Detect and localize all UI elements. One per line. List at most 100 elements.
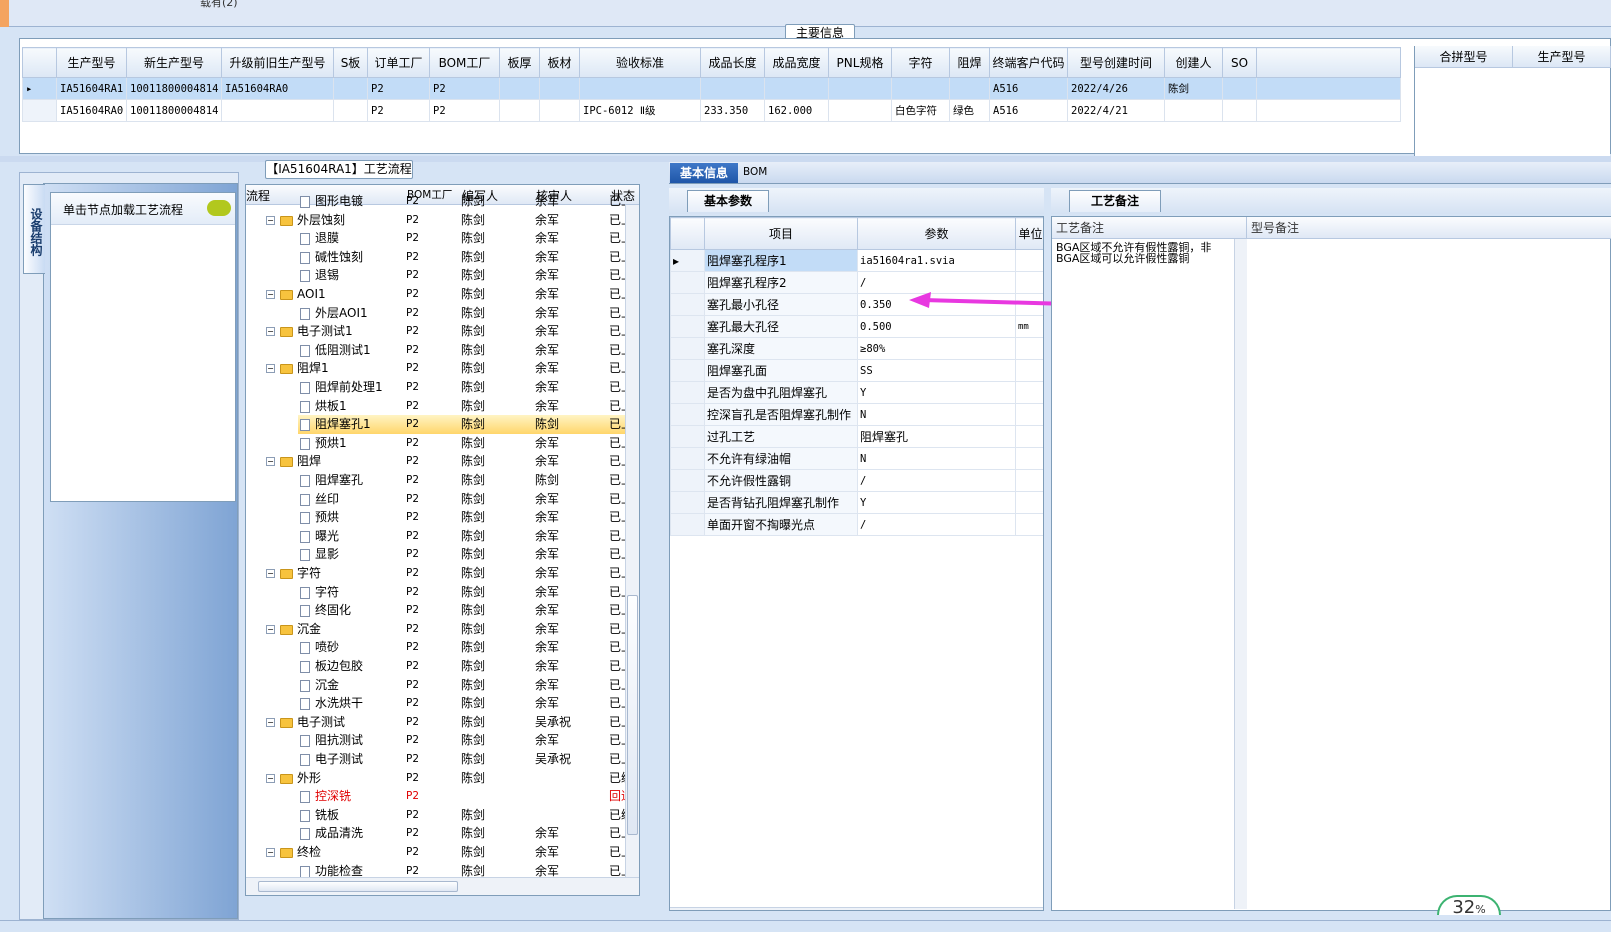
- param-col-value[interactable]: 参数: [857, 217, 1016, 250]
- table-cell[interactable]: [1222, 99, 1257, 122]
- remark-col-process[interactable]: 工艺备注: [1052, 217, 1247, 239]
- collapse-icon[interactable]: −: [266, 569, 275, 578]
- main-col-header[interactable]: 终端客户代码: [989, 47, 1068, 78]
- param-value[interactable]: /: [857, 469, 1016, 492]
- tree-node[interactable]: 阻焊前处理1 P2 陈剑 余军 已上网: [246, 378, 639, 397]
- tab-process-remark[interactable]: 工艺备注: [1069, 190, 1161, 212]
- tree-node[interactable]: − 字符 P2 陈剑 余军 已上网: [246, 564, 639, 583]
- tree-node[interactable]: − 外层蚀刻 P2 陈剑 余军 已上网: [246, 211, 639, 230]
- tree-node[interactable]: 水洗烘干 P2 陈剑 余军 已上网: [246, 694, 639, 713]
- param-value[interactable]: Y: [857, 491, 1016, 514]
- param-row[interactable]: ▸ 阻焊塞孔程序1 ia51604ra1.svia: [670, 249, 1043, 272]
- row-indicator[interactable]: [670, 513, 705, 536]
- main-col-header[interactable]: 订单工厂: [367, 47, 430, 78]
- table-row[interactable]: ▸ IA51604RA1 10011800004814 IA51604RA0 P2 P2 A…: [22, 77, 1401, 100]
- tree-node[interactable]: 电子测试 P2 陈剑 吴承祝 已上网: [246, 750, 639, 769]
- param-value[interactable]: 0.500: [857, 315, 1016, 338]
- main-col-header[interactable]: 型号创建时间: [1067, 47, 1165, 78]
- tree-node[interactable]: − 阻焊1 P2 陈剑 余军 已上网: [246, 359, 639, 378]
- tree-node[interactable]: 图形电镀 P2 陈剑 余军 已上网: [246, 192, 639, 211]
- tree-node[interactable]: 烘板1 P2 陈剑 余军 已上网: [246, 397, 639, 416]
- row-indicator[interactable]: [670, 359, 705, 382]
- table-cell[interactable]: P2: [367, 77, 430, 100]
- row-indicator[interactable]: [670, 469, 705, 492]
- tree-node[interactable]: − 阻焊 P2 陈剑 余军 已上网: [246, 452, 639, 471]
- table-cell[interactable]: [579, 77, 701, 100]
- tree-node[interactable]: 阻焊塞孔1 P2 陈剑 陈剑 已上网: [246, 415, 639, 435]
- tree-node[interactable]: 控深铣 P2 回退: [246, 787, 639, 806]
- collapse-icon[interactable]: −: [266, 290, 275, 299]
- param-row[interactable]: 控深盲孔是否阻焊塞孔制作 N: [670, 403, 1043, 426]
- table-cell[interactable]: A516: [989, 77, 1068, 100]
- tree-node[interactable]: 成品清洗 P2 陈剑 余军 已上网: [246, 824, 639, 843]
- param-value[interactable]: N: [857, 447, 1016, 470]
- row-indicator[interactable]: [670, 425, 705, 448]
- main-col-header[interactable]: 板厚: [499, 47, 540, 78]
- table-cell[interactable]: 绿色: [949, 99, 990, 122]
- param-value[interactable]: Y: [857, 381, 1016, 404]
- table-cell[interactable]: [764, 77, 829, 100]
- main-col-header[interactable]: 成品宽度: [764, 47, 829, 78]
- table-cell[interactable]: [539, 99, 580, 122]
- table-cell[interactable]: IA51604RA0: [221, 77, 334, 100]
- table-cell[interactable]: [828, 99, 892, 122]
- table-cell[interactable]: 2022/4/26: [1067, 77, 1165, 100]
- tree-node[interactable]: 预烘 P2 陈剑 余军 已上网: [246, 508, 639, 527]
- table-cell[interactable]: [333, 77, 368, 100]
- row-indicator[interactable]: [670, 271, 705, 294]
- tab-basic-params[interactable]: 基本参数: [687, 190, 769, 212]
- table-cell[interactable]: IPC-6012 Ⅱ级: [579, 99, 701, 122]
- merge-col-header[interactable]: 合拼型号: [1415, 46, 1513, 68]
- main-col-header[interactable]: PNL规格: [828, 47, 892, 78]
- row-indicator[interactable]: [670, 315, 705, 338]
- table-cell[interactable]: [499, 99, 540, 122]
- tree-node[interactable]: 显影 P2 陈剑 余军 已上网: [246, 545, 639, 564]
- tab-bom[interactable]: BOM: [743, 166, 767, 178]
- collapse-icon[interactable]: −: [266, 773, 275, 783]
- prod-col-header[interactable]: 生产型号: [1513, 46, 1611, 68]
- table-cell[interactable]: [539, 77, 580, 100]
- param-row[interactable]: 塞孔深度 ≥80%: [670, 337, 1043, 360]
- table-row[interactable]: IA51604RA0 10011800004814 P2 P2 IPC-6012 Ⅱ级 2…: [22, 99, 1401, 122]
- param-row[interactable]: 是否为盘中孔阻焊塞孔 Y: [670, 381, 1043, 404]
- table-cell[interactable]: P2: [429, 77, 500, 100]
- tree-node[interactable]: 退锡 P2 陈剑 余军 已上网: [246, 266, 639, 285]
- param-row[interactable]: 单面开窗不掏曝光点 /: [670, 513, 1043, 536]
- param-row[interactable]: 不允许有绿油帽 N: [670, 447, 1043, 470]
- main-col-header[interactable]: 字符: [891, 47, 950, 78]
- tree-node[interactable]: 终固化 P2 陈剑 余军 已上网: [246, 601, 639, 620]
- main-col-header[interactable]: SO: [1222, 47, 1257, 78]
- param-value[interactable]: SS: [857, 359, 1016, 382]
- table-cell[interactable]: 233.350: [700, 99, 765, 122]
- collapse-icon[interactable]: −: [266, 717, 275, 727]
- tree-vscroll[interactable]: [625, 205, 639, 877]
- table-cell[interactable]: 白色字符: [891, 99, 950, 122]
- param-value[interactable]: 阻焊塞孔: [857, 425, 1016, 448]
- row-indicator[interactable]: [670, 447, 705, 470]
- row-indicator[interactable]: [22, 99, 57, 122]
- param-row[interactable]: 过孔工艺 阻焊塞孔: [670, 425, 1043, 448]
- row-indicator[interactable]: [670, 293, 705, 316]
- collapse-icon[interactable]: −: [266, 364, 275, 374]
- table-cell[interactable]: [1222, 77, 1257, 100]
- table-cell[interactable]: P2: [367, 99, 430, 122]
- table-cell[interactable]: 10011800004814: [126, 99, 222, 122]
- main-col-header[interactable]: 新生产型号: [126, 47, 222, 78]
- table-cell[interactable]: [891, 77, 950, 100]
- row-indicator[interactable]: [670, 403, 705, 426]
- table-cell[interactable]: IA51604RA1: [56, 77, 127, 100]
- tree-node[interactable]: 板边包胶 P2 陈剑 余军 已上网: [246, 657, 639, 676]
- equipment-structure-tab[interactable]: 设备结构: [23, 184, 45, 274]
- param-row[interactable]: 不允许假性露铜 /: [670, 469, 1043, 492]
- row-indicator[interactable]: ▸: [670, 249, 705, 272]
- tree-node[interactable]: − 终检 P2 陈剑 余军 已上网: [246, 843, 639, 862]
- param-value[interactable]: /: [857, 513, 1016, 536]
- tree-node[interactable]: 喷砂 P2 陈剑 余军 已上网: [246, 638, 639, 657]
- tree-node[interactable]: − 电子测试1 P2 陈剑 余军 已上网: [246, 322, 639, 341]
- tab-basic-info[interactable]: 基本信息: [670, 163, 738, 183]
- tree-node[interactable]: 曝光 P2 陈剑 余军 已上网: [246, 527, 639, 546]
- collapse-icon[interactable]: −: [266, 848, 275, 857]
- table-cell[interactable]: [221, 99, 334, 122]
- table-cell[interactable]: [333, 99, 368, 122]
- remark-vscroll[interactable]: [1234, 239, 1247, 909]
